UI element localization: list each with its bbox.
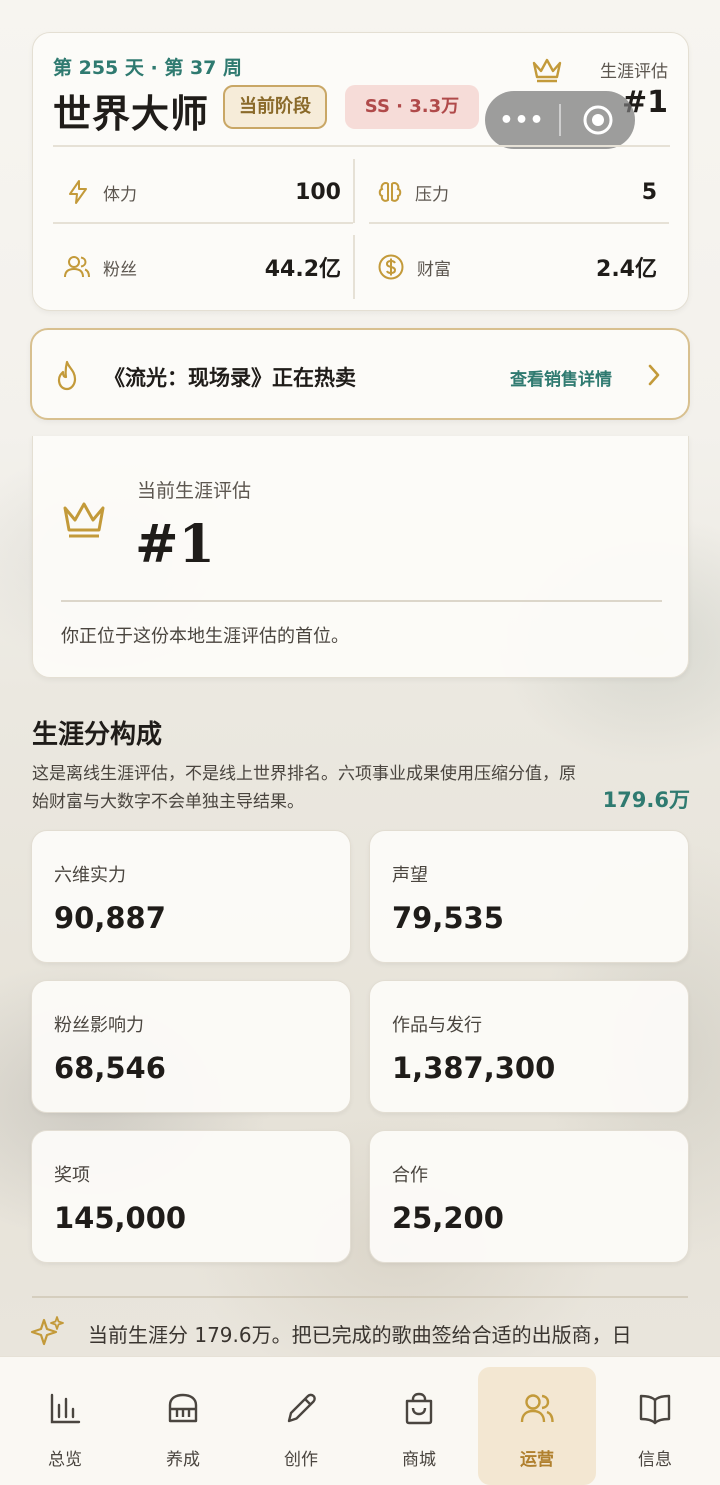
sparkle-icon [30, 1316, 64, 1346]
nav-label: 总览 [48, 1450, 82, 1470]
nav-label: 养成 [166, 1450, 200, 1470]
score-tile: 奖项 145,000 [31, 1130, 351, 1263]
status-card: 第 255 天 · 第 37 周 世界大师 当前阶段 SS · 3.3万 生涯评… [32, 32, 689, 311]
score-tile: 合作 25,200 [369, 1130, 689, 1263]
score-tile: 六维实力 90,887 [31, 830, 351, 963]
bag-icon [405, 1392, 433, 1425]
bolt-icon [69, 180, 87, 204]
stat-divider [353, 159, 355, 223]
sales-detail-link[interactable]: 查看销售详情 [510, 365, 612, 390]
score-tile: 粉丝影响力 68,546 [31, 980, 351, 1113]
stat-stress: 压力 5 [369, 161, 669, 223]
tile-value: 68,546 [54, 1051, 166, 1085]
nav-item-training[interactable]: 养成 [124, 1367, 242, 1485]
more-button[interactable]: ••• [485, 108, 559, 133]
piano-icon [168, 1393, 198, 1423]
stage-badge[interactable]: 当前阶段 [223, 85, 327, 129]
tile-label: 六维实力 [54, 865, 126, 886]
header-divider [53, 145, 670, 147]
book-icon [639, 1394, 671, 1425]
users-icon [64, 256, 90, 278]
tile-label: 粉丝影响力 [54, 1015, 144, 1036]
tile-value: 79,535 [392, 901, 504, 935]
nav-label: 商城 [402, 1450, 436, 1470]
mini-program-capsule: ••• [485, 91, 635, 149]
nav-item-create[interactable]: 创作 [242, 1367, 360, 1485]
bottom-nav: 总览 养成 创作 商城 运营 信息 [0, 1356, 720, 1485]
composition-desc: 这是离线生涯评估，不是线上世界排名。六项事业成果使用压缩分值，原始财富与大数字不… [32, 764, 576, 812]
tile-label: 声望 [392, 865, 428, 886]
brain-icon [378, 181, 402, 202]
stat-divider [369, 222, 669, 224]
nav-item-overview[interactable]: 总览 [6, 1367, 124, 1485]
tile-value: 145,000 [54, 1201, 187, 1235]
flame-icon [57, 360, 77, 391]
career-eval-label: 当前生涯评估 [137, 480, 252, 502]
stat-divider [353, 235, 355, 299]
career-rank: #1 [135, 514, 215, 575]
crown-icon [532, 58, 562, 83]
composition-total: 179.6万 [602, 788, 690, 812]
career-note: 你正位于这份本地生涯评估的首位。 [61, 626, 349, 647]
stat-value: 5 [641, 179, 657, 205]
stat-label: 体力 [103, 184, 137, 205]
marquee-divider [32, 1296, 688, 1298]
career-eval-card: 当前生涯评估 #1 你正位于这份本地生涯评估的首位。 [32, 436, 689, 678]
nav-label: 信息 [638, 1450, 672, 1470]
nav-item-info[interactable]: 信息 [596, 1367, 714, 1485]
crown-icon [63, 502, 105, 538]
nav-label: 运营 [520, 1450, 554, 1470]
nav-item-shop[interactable]: 商城 [360, 1367, 478, 1485]
users-icon [520, 1394, 554, 1423]
hot-sale-banner[interactable]: 《流光：现场录》正在热卖 查看销售详情 [30, 328, 690, 420]
stat-value: 2.4亿 [596, 257, 657, 282]
stat-value: 44.2亿 [264, 257, 341, 282]
stat-value: 100 [295, 179, 341, 205]
stat-stamina: 体力 100 [53, 161, 353, 223]
stat-label: 粉丝 [103, 259, 137, 280]
tile-label: 作品与发行 [392, 1015, 482, 1036]
tip-text: 当前生涯分 179.6万。把已完成的歌曲签给合适的出版商，日 [88, 1323, 632, 1347]
hot-sale-text: 《流光：现场录》正在热卖 [104, 366, 356, 390]
score-tile: 作品与发行 1,387,300 [369, 980, 689, 1113]
score-tile: 声望 79,535 [369, 830, 689, 963]
tile-label: 合作 [392, 1165, 428, 1186]
tile-value: 1,387,300 [392, 1051, 556, 1085]
chart-icon [50, 1393, 81, 1424]
target-icon [583, 105, 612, 135]
nav-item-operations[interactable]: 运营 [478, 1367, 596, 1485]
composition-title: 生涯分构成 [32, 720, 163, 750]
tip-marquee: 当前生涯分 179.6万。把已完成的歌曲签给合适的出版商，日 [30, 1312, 720, 1352]
day-week-label: 第 255 天 · 第 37 周 [53, 57, 243, 79]
dollar-icon [378, 254, 404, 280]
pen-icon [287, 1393, 316, 1423]
stat-label: 压力 [415, 184, 449, 205]
career-title: 世界大师 [53, 91, 210, 136]
tile-value: 90,887 [54, 901, 166, 935]
eval-label: 生涯评估 [600, 62, 668, 82]
tile-label: 奖项 [54, 1165, 90, 1186]
stat-wealth: 财富 2.4亿 [369, 236, 669, 298]
close-button[interactable] [561, 104, 635, 136]
stat-label: 财富 [417, 259, 451, 280]
career-divider [61, 600, 662, 602]
nav-label: 创作 [284, 1450, 318, 1470]
ss-badge[interactable]: SS · 3.3万 [345, 85, 479, 129]
stat-fans: 粉丝 44.2亿 [53, 236, 353, 298]
stat-divider [53, 222, 353, 224]
chevron-right-icon [648, 364, 660, 386]
tile-value: 25,200 [392, 1201, 504, 1235]
